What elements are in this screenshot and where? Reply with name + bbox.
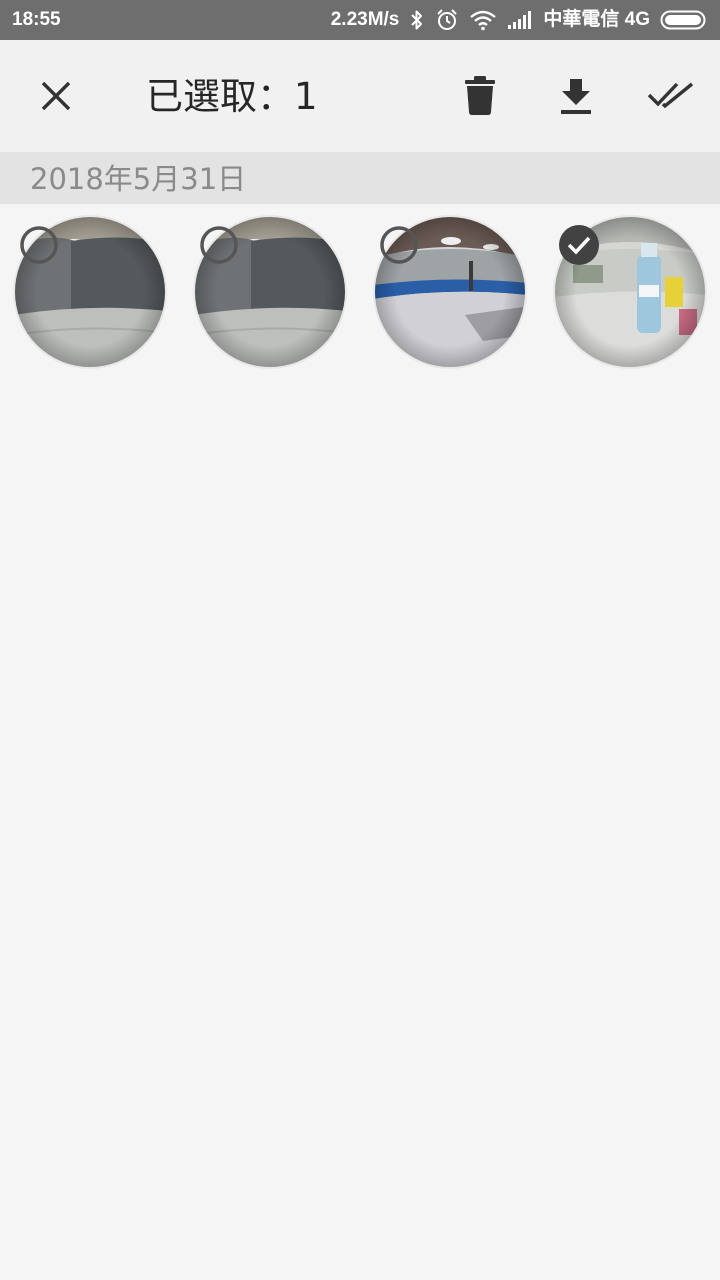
unchecked-circle-icon xyxy=(20,226,58,264)
wifi-icon xyxy=(469,9,497,31)
carrier-label: 中華電信 4G xyxy=(543,9,650,30)
photo-thumbnail[interactable] xyxy=(193,215,347,369)
network-speed: 2.23M/s xyxy=(330,9,400,30)
select-all-icon xyxy=(647,82,694,109)
download-button[interactable] xyxy=(548,68,604,124)
selection-toolbar: 已選取：1 xyxy=(0,40,720,152)
alarm-icon xyxy=(435,8,459,32)
close-icon xyxy=(41,81,71,111)
unchecked-circle-icon xyxy=(200,226,238,264)
download-icon xyxy=(561,79,591,114)
selection-checkbox-checked[interactable] xyxy=(559,225,599,265)
battery-icon xyxy=(660,9,708,31)
date-section-header: 2018年5月31日 xyxy=(0,152,720,204)
selection-checkbox[interactable] xyxy=(19,225,59,265)
status-bar: 18:55 2.23M/s 中華電信 4G xyxy=(0,0,720,40)
bluetooth-icon xyxy=(409,9,425,31)
selection-checkbox[interactable] xyxy=(379,225,419,265)
photo-thumbnail-selected[interactable] xyxy=(553,215,707,369)
check-circle-icon xyxy=(559,225,599,265)
unchecked-circle-icon xyxy=(380,226,418,264)
status-time: 18:55 xyxy=(12,9,61,30)
selection-checkbox[interactable] xyxy=(199,225,239,265)
date-label: 2018年5月31日 xyxy=(30,162,247,196)
close-button[interactable] xyxy=(28,68,84,124)
delete-button[interactable] xyxy=(452,68,508,124)
signal-icon xyxy=(507,10,533,30)
photo-thumbnail[interactable] xyxy=(373,215,527,369)
select-all-button[interactable] xyxy=(643,68,699,124)
photo-thumbnail[interactable] xyxy=(13,215,167,369)
selection-count-title: 已選取：1 xyxy=(146,75,318,118)
delete-icon xyxy=(465,76,495,115)
status-icons: 2.23M/s 中華電信 4G xyxy=(331,7,708,33)
